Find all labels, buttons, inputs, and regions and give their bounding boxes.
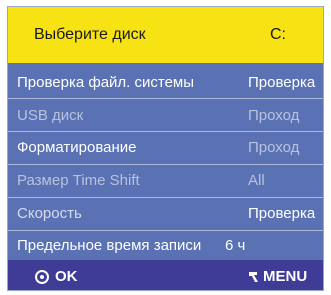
select-disk-value[interactable]: C: bbox=[270, 26, 286, 44]
select-disk-row[interactable]: Выберите диск C: bbox=[8, 7, 323, 63]
record-time-limit-label: Предельное время записи bbox=[17, 237, 202, 254]
usb-disk-label: USB диск bbox=[17, 107, 84, 124]
usb-disk-row: USB диск Проход bbox=[8, 102, 323, 129]
divider bbox=[8, 164, 323, 165]
format-value[interactable]: Проход bbox=[248, 139, 299, 156]
speed-row[interactable]: Скорость Проверка bbox=[8, 200, 323, 227]
record-time-limit-value[interactable]: 6 ч bbox=[225, 237, 245, 254]
menu-label: MENU bbox=[263, 268, 308, 285]
divider bbox=[8, 131, 323, 132]
speed-label: Скорость bbox=[17, 205, 82, 222]
ok-button[interactable]: OK bbox=[35, 268, 78, 285]
footer-bar: OK MENU bbox=[8, 260, 323, 290]
speed-value[interactable]: Проверка bbox=[248, 205, 315, 222]
filesystem-check-label: Проверка файл. системы bbox=[17, 74, 195, 91]
divider bbox=[8, 197, 323, 198]
filesystem-check-row[interactable]: Проверка файл. системы Проверка bbox=[8, 69, 323, 96]
divider bbox=[8, 230, 323, 231]
menu-button[interactable]: MENU bbox=[247, 268, 307, 285]
usb-disk-value: Проход bbox=[248, 107, 300, 124]
ok-label: OK bbox=[55, 268, 78, 285]
menu-arrow-icon bbox=[249, 271, 258, 282]
select-disk-label: Выберите диск bbox=[34, 26, 146, 43]
divider bbox=[8, 98, 323, 99]
format-label: Форматирование bbox=[17, 139, 137, 156]
format-row[interactable]: Форматирование Проход bbox=[8, 134, 323, 161]
ok-circle-icon bbox=[35, 269, 49, 284]
timeshift-size-label: Размер Time Shift bbox=[17, 172, 140, 189]
timeshift-size-row: Размер Time Shift All bbox=[8, 167, 323, 194]
disk-settings-panel: Выберите диск C: Проверка файл. системы … bbox=[7, 6, 324, 291]
record-time-limit-row[interactable]: Предельное время записи 6 ч bbox=[8, 232, 323, 259]
filesystem-check-value[interactable]: Проверка bbox=[248, 74, 315, 91]
timeshift-size-value: All bbox=[248, 172, 265, 189]
